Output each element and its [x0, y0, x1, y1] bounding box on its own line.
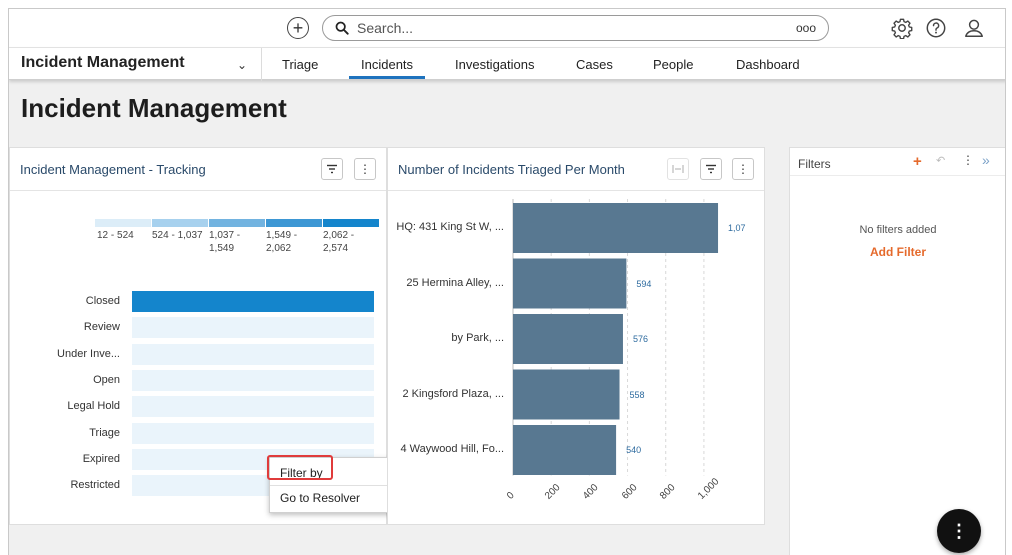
chart-value-label: 540 [626, 445, 642, 455]
tracking-row-bar[interactable] [132, 422, 374, 444]
legend-label: 2,062 -2,574 [323, 230, 355, 254]
chevron-down-icon[interactable]: ⌄ [237, 58, 247, 72]
tracking-row-label: Closed [85, 295, 120, 307]
more-options-icon[interactable]: ⋮ [962, 153, 974, 167]
tracking-row-bar[interactable] [132, 396, 374, 418]
tracking-panel-title: Incident Management - Tracking [20, 162, 206, 177]
tracking-row-bar[interactable] [132, 317, 374, 339]
bar-chart-svg [512, 199, 719, 476]
triaged-chart-panel: Number of Incidents Triaged Per Month ⋮ … [387, 147, 765, 525]
add-icon[interactable]: + [287, 17, 309, 39]
chart-value-label: 1,07 [728, 223, 746, 233]
menu-item-go-to-resolver[interactable]: Go to Resolver [280, 491, 360, 505]
nav-bar: Incident Management ⌄ Triage Incidents I… [9, 47, 1005, 81]
no-filters-text: No filters added [859, 224, 937, 236]
chart-value-label: 576 [632, 334, 648, 344]
triaged-bar-chart: HQ: 431 King St W, ... 1,07 25 Hermina All… [388, 191, 764, 525]
app-selector-label[interactable]: Incident Management [21, 54, 185, 72]
tracking-row-label: Restricted [70, 479, 120, 492]
top-bar: + ooo [9, 9, 1005, 47]
search-box[interactable]: ooo [322, 15, 829, 41]
chart-category-label: 4 Waywood Hill, Fo... [400, 443, 504, 455]
chart-value-label: 558 [629, 389, 645, 400]
tracking-panel-header: Incident Management - Tracking ⋮ [10, 148, 386, 191]
chart-bar[interactable] [513, 425, 617, 475]
triaged-chart-title: Number of Incidents Triaged Per Month [398, 162, 625, 177]
tab-people[interactable]: People [653, 57, 693, 72]
more-options-icon[interactable]: ⋮ [354, 158, 376, 180]
gear-icon[interactable] [890, 16, 914, 40]
legend-label: 524 - 1,037 [152, 230, 203, 241]
chart-bar[interactable] [513, 369, 620, 420]
chart-category-label: by Park, ... [451, 332, 504, 344]
legend-label: 12 - 524 [97, 230, 134, 241]
tab-investigations[interactable]: Investigations [455, 57, 535, 72]
search-options-icon[interactable]: ooo [796, 21, 816, 35]
chart-category-label: HQ: 431 King St W, ... [396, 221, 504, 233]
collapse-panel-icon[interactable]: » [982, 152, 990, 168]
legend-swatch [266, 219, 322, 227]
nav-divider [261, 48, 262, 81]
app-window: + ooo Incident Management ⌄ Triage Incid… [8, 8, 1006, 555]
tracking-row-label: Under Inve... [57, 347, 120, 360]
filter-icon[interactable] [700, 158, 722, 180]
filters-title: Filters [798, 157, 831, 171]
legend-swatch [152, 219, 208, 227]
highlight-box [267, 455, 333, 480]
tab-triage[interactable]: Triage [282, 57, 318, 72]
expand-width-icon[interactable] [667, 158, 689, 180]
user-icon[interactable] [962, 16, 986, 40]
legend-swatch [95, 219, 151, 227]
undo-icon[interactable]: ↶ [936, 154, 945, 167]
chart-category-label: 2 Kingsford Plaza, ... [402, 387, 505, 400]
search-icon [335, 21, 349, 35]
tracking-panel: Incident Management - Tracking ⋮ 12 - 52… [9, 147, 458, 525]
legend-label: 1,549 -2,062 [266, 230, 298, 254]
tracking-row-label: Review [83, 321, 120, 334]
triaged-chart-header: Number of Incidents Triaged Per Month ⋮ [388, 148, 764, 191]
legend-label: 1,037 -1,549 [209, 230, 241, 254]
tracking-row-label: Triage [89, 426, 120, 439]
add-filter-link[interactable]: Add Filter [790, 245, 1005, 259]
tracking-row-bar[interactable] [132, 291, 374, 312]
filters-panel: Filters + ↶ ⋮ » No filters added Add Fil… [789, 147, 1005, 555]
floating-menu-button[interactable]: ⋮ [937, 509, 981, 553]
legend-swatch [209, 219, 265, 227]
filter-icon[interactable] [321, 158, 343, 180]
help-icon[interactable] [924, 16, 948, 40]
tab-incidents[interactable]: Incidents [349, 57, 426, 79]
legend-swatch [323, 219, 379, 227]
chart-bar[interactable] [513, 203, 719, 253]
chart-bar[interactable] [513, 314, 623, 364]
tracking-row-label: Open [93, 373, 120, 386]
chart-value-label: 594 [636, 278, 652, 289]
filters-header: Filters + ↶ ⋮ » [790, 148, 1005, 176]
chart-category-label: 25 Hermina Alley, ... [406, 276, 504, 289]
tracking-row-bar[interactable] [132, 343, 374, 365]
tracking-row-label: Expired [82, 452, 120, 465]
more-options-icon[interactable]: ⋮ [732, 158, 754, 180]
tracking-row-label: Legal Hold [67, 400, 120, 413]
chart-bar[interactable] [513, 258, 627, 309]
add-icon[interactable]: + [913, 153, 922, 170]
page-title: Incident Management [21, 93, 287, 123]
tab-cases[interactable]: Cases [576, 57, 613, 72]
tab-dashboard[interactable]: Dashboard [736, 57, 800, 72]
tracking-row-bar[interactable] [132, 369, 374, 391]
search-input[interactable] [357, 20, 757, 36]
